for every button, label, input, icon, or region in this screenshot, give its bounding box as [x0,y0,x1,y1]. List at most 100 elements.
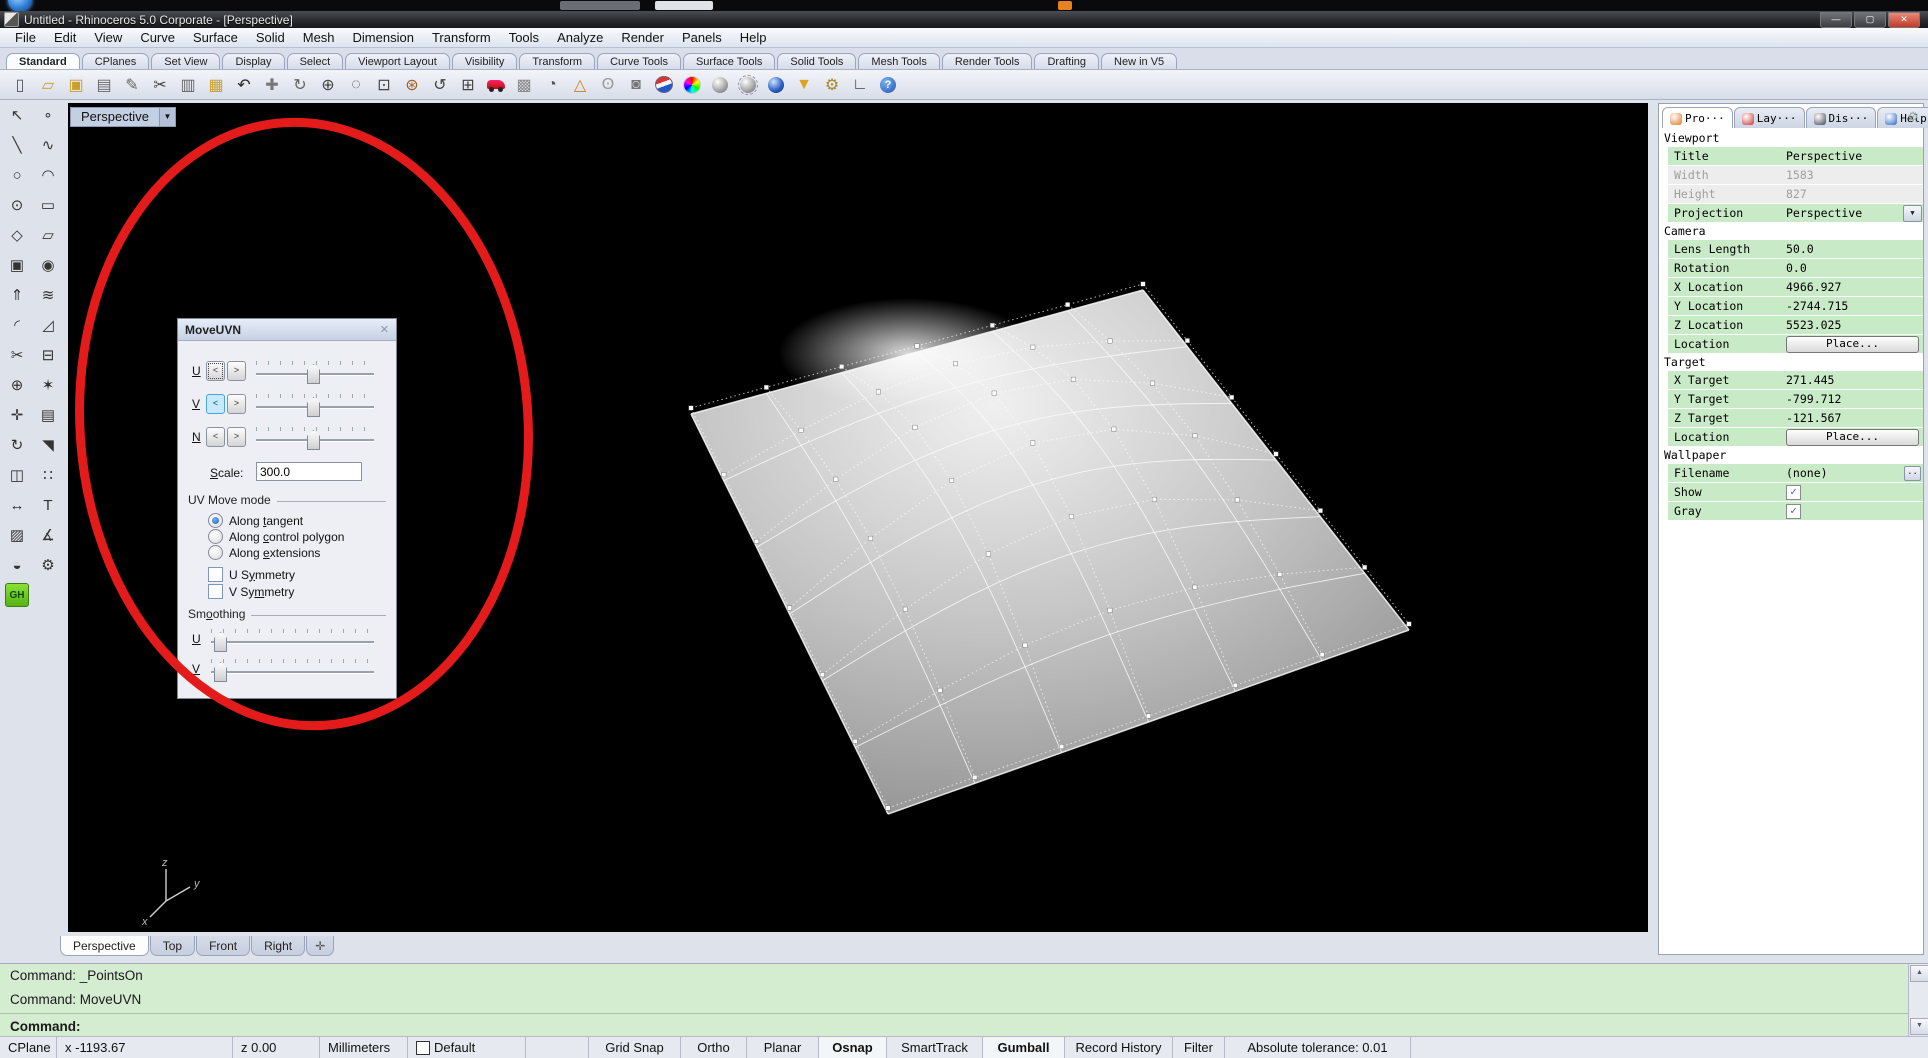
control-point[interactable] [1193,585,1197,589]
properties-page-icon[interactable]: ✎ [120,73,144,97]
lock-objects-icon[interactable]: ◙ [624,73,648,97]
minimize-button[interactable]: — [1820,12,1852,28]
taskbar-button[interactable] [655,1,713,10]
shaded-view-icon[interactable] [708,73,732,97]
zoom-window-icon[interactable]: ◌ [344,73,368,97]
toolbar-tab-set-view[interactable]: Set View [151,53,220,69]
slider[interactable] [211,629,374,651]
grasshopper-icon[interactable]: GH [3,581,31,609]
toolbar-tab-curve-tools[interactable]: Curve Tools [597,53,681,69]
control-point[interactable] [853,739,857,743]
toolbar-tab-surface-tools[interactable]: Surface Tools [683,53,775,69]
menu-panels[interactable]: Panels [673,29,731,46]
panel-tab-pro[interactable]: Pro··· [1662,107,1733,128]
status-default[interactable]: Default [408,1037,526,1058]
toolbar-tab-new-in-v5[interactable]: New in V5 [1101,53,1177,69]
open-folder-icon[interactable]: ▱ [36,73,60,97]
menu-dimension[interactable]: Dimension [344,29,423,46]
checkbox-icon[interactable] [208,567,223,582]
viewport-tab-right[interactable]: Right [251,936,305,956]
move-icon[interactable]: ✛ [3,401,31,429]
cplane-icon[interactable]: ▩ [512,73,536,97]
help-icon[interactable]: ? [876,73,900,97]
toolbar-tab-display[interactable]: Display [222,53,284,69]
circle-icon[interactable]: ○ [3,161,31,189]
control-point[interactable] [1146,714,1150,718]
value-text[interactable]: 271.445 [1786,373,1834,387]
print-icon[interactable]: ▤ [92,73,116,97]
value-text[interactable]: 50.0 [1786,242,1814,256]
control-point[interactable] [990,323,994,327]
gear-icon[interactable]: ⚙ [1907,109,1919,125]
text-icon[interactable]: T [34,491,62,519]
checkbox-checked[interactable]: ✓ [1786,504,1801,519]
menu-tools[interactable]: Tools [500,29,548,46]
control-point[interactable] [1059,744,1063,748]
array-icon[interactable]: ∷ [34,461,62,489]
status-pane-absolute-tolerance-0-01[interactable]: Absolute tolerance: 0.01 [1225,1037,1411,1058]
toolbar-tab-render-tools[interactable]: Render Tools [942,53,1033,69]
viewport-title-dropdown[interactable]: Perspective ▼ [70,107,176,127]
control-point[interactable] [1185,338,1189,342]
control-point[interactable] [722,472,726,476]
control-point[interactable] [876,390,880,394]
polygon-icon[interactable]: ◇ [3,221,31,249]
browse-button[interactable]: .. [1904,466,1921,481]
value-text[interactable]: 5523.025 [1786,318,1841,332]
scroll-up-icon[interactable]: ▲ [1910,965,1928,982]
value-text[interactable]: 0.0 [1786,261,1807,275]
chevron-down-icon[interactable]: ▼ [1903,205,1922,222]
menu-help[interactable]: Help [731,29,776,46]
control-point[interactable] [1112,427,1116,431]
curve-icon[interactable]: ∿ [34,131,62,159]
copy-icon[interactable]: ▥ [176,73,200,97]
options-icon[interactable]: ⚙ [820,73,844,97]
value-text[interactable]: 4966.927 [1786,280,1841,294]
panel-tab-lay[interactable]: Lay··· [1734,107,1805,128]
sphere-icon[interactable]: ◉ [34,251,62,279]
control-point[interactable] [953,361,957,365]
hide-objects-icon[interactable]: ʘ [596,73,620,97]
taskbar-app-icon[interactable] [1058,1,1072,10]
control-point[interactable] [1065,302,1069,306]
control-point[interactable] [1069,514,1073,518]
control-point[interactable] [1235,498,1239,502]
toolbar-tab-mesh-tools[interactable]: Mesh Tools [858,53,939,69]
control-point[interactable] [1152,497,1156,501]
analyze-tool-icon[interactable]: ∡ [34,521,62,549]
viewport-tab-front[interactable]: Front [196,936,250,956]
viewport-tab-perspective[interactable]: Perspective [60,936,149,956]
select-icon[interactable]: ↖ [3,101,31,129]
status-pane-filter[interactable]: Filter [1173,1037,1225,1058]
zoom-selected-icon[interactable]: ⊛ [400,73,424,97]
chamfer-icon[interactable]: ◿ [34,311,62,339]
menu-curve[interactable]: Curve [131,29,184,46]
dimension-tool-icon[interactable]: ↔ [3,491,31,519]
dimension-icon[interactable]: ∟ [848,73,872,97]
status-pane-ortho[interactable]: Ortho [681,1037,747,1058]
value-text[interactable]: -2744.715 [1786,299,1848,313]
control-point[interactable] [1031,441,1035,445]
toolbar-tab-standard[interactable]: Standard [6,53,80,69]
control-point[interactable] [1318,508,1322,512]
control-point[interactable] [689,406,693,410]
step-down-button[interactable]: < [206,427,225,447]
menu-solid[interactable]: Solid [247,29,294,46]
chevron-down-icon[interactable]: ▼ [159,108,175,126]
fillet-icon[interactable]: ◜ [3,311,31,339]
radio-icon[interactable] [208,513,223,528]
control-point[interactable] [1141,282,1145,286]
control-point[interactable] [938,688,942,692]
checkbox-icon[interactable] [416,1041,430,1055]
viewport-layout-icon[interactable]: ⊞ [456,73,480,97]
control-point[interactable] [1278,572,1282,576]
control-point[interactable] [915,344,919,348]
control-point[interactable] [1320,652,1324,656]
scroll-down-icon[interactable]: ▼ [1910,1018,1928,1035]
maximize-button[interactable]: ▢ [1854,12,1886,28]
toolbar-tab-transform[interactable]: Transform [519,53,595,69]
zoom-in-icon[interactable]: ⊕ [316,73,340,97]
options-tool-icon[interactable]: ⚙ [34,551,62,579]
menu-edit[interactable]: Edit [45,29,85,46]
value-text[interactable]: -121.567 [1786,411,1841,425]
